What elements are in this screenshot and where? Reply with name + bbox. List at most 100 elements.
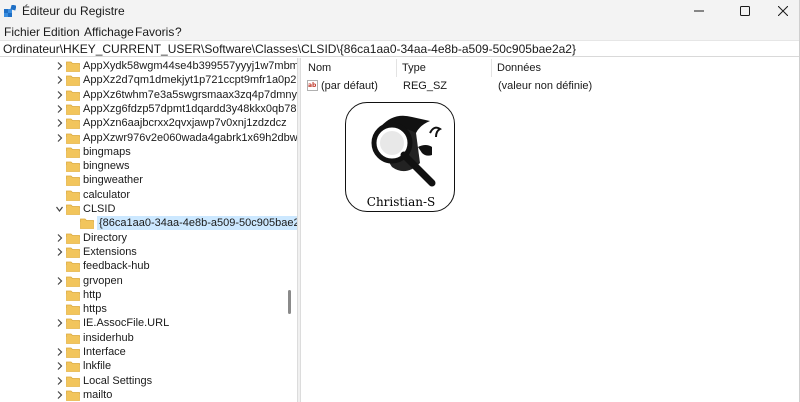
tree-node[interactable]: bingweather: [0, 173, 285, 187]
tree-node[interactable]: bingnews: [0, 159, 285, 173]
tree-node[interactable]: http: [0, 288, 285, 302]
chevron-right-icon[interactable]: [54, 317, 64, 329]
key-tree[interactable]: AppXydk58wgm44se4b399557yyyj1w7mbmvd AppX…: [0, 58, 297, 402]
tree-node[interactable]: Interface: [0, 345, 285, 359]
menu-help[interactable]: ?: [175, 25, 182, 39]
tree-node[interactable]: CLSID: [0, 202, 285, 216]
tree-node[interactable]: feedback-hub: [0, 259, 285, 273]
tree-node-label: CLSID: [83, 203, 116, 215]
chevron-right-icon[interactable]: [54, 375, 64, 387]
chevron-right-icon[interactable]: [54, 360, 64, 372]
tree-node[interactable]: Extensions: [0, 245, 285, 259]
svg-text:ab: ab: [308, 82, 317, 89]
tree-node[interactable]: IE.AssocFile.URL: [0, 316, 285, 330]
registry-editor-icon: [4, 5, 16, 17]
folder-icon: [66, 290, 80, 301]
folder-icon: [66, 361, 80, 373]
folder-icon: [66, 104, 80, 115]
tree-node-label: AppXzwr976v2e060wada4gabrk1x69h2dbwy: [83, 131, 297, 144]
value-data: (valeur non définie): [498, 80, 593, 92]
maximize-icon: [740, 6, 750, 16]
tree-node-label: AppXz2d7qm1dmekjyt1p721ccpt9mfr1a0p2: [83, 74, 297, 87]
folder-icon: [66, 61, 80, 72]
watermark-text: Christian-S: [366, 195, 436, 209]
tree-node-label: Local Settings: [83, 374, 153, 387]
value-name: (par défaut): [321, 80, 378, 92]
chevron-right-icon[interactable]: [54, 232, 64, 244]
chevron-right-icon[interactable]: [54, 103, 64, 115]
menu-favoris[interactable]: Favoris: [135, 25, 174, 39]
folder-icon: [66, 161, 80, 172]
tree-node[interactable]: AppXz2d7qm1dmekjyt1p721ccpt9mfr1a0p2: [0, 73, 296, 87]
tree-node-label: lnkfile: [83, 360, 112, 373]
tree-node-label: insiderhub: [83, 331, 134, 344]
folder-icon: [66, 261, 80, 273]
address-path[interactable]: Ordinateur\HKEY_CURRENT_USER\Software\Cl…: [3, 42, 576, 56]
column-divider[interactable]: [491, 59, 492, 77]
menu-edition[interactable]: Edition: [43, 25, 80, 39]
tree-node[interactable]: AppXydk58wgm44se4b399557yyyj1w7mbmvd: [0, 59, 297, 73]
tree-node[interactable]: AppXzwr976v2e060wada4gabrk1x69h2dbwy: [0, 131, 297, 145]
minimize-icon: [694, 10, 704, 12]
tree-node[interactable]: grvopen: [0, 274, 285, 288]
menu-fichier[interactable]: Fichier: [4, 25, 40, 39]
folder-icon: [66, 147, 80, 158]
tree-node[interactable]: {86ca1aa0-34aa-4e8b-a509-50c905bae2a2}: [0, 216, 297, 231]
tree-node-label: AppXydk58wgm44se4b399557yyyj1w7mbmvd: [83, 60, 297, 72]
tree-node[interactable]: lnkfile: [0, 359, 285, 373]
column-header-type[interactable]: Type: [402, 62, 426, 74]
chevron-right-icon[interactable]: [54, 275, 64, 287]
tree-node[interactable]: https: [0, 302, 285, 316]
address-bar[interactable]: Ordinateur\HKEY_CURRENT_USER\Software\Cl…: [0, 40, 800, 57]
tree-node-label: AppXz6twhm7e3a5swgrsmaax3zq4p7dmnynb: [83, 88, 297, 101]
tree-node-label: Directory: [83, 231, 128, 244]
tree-scrollbar[interactable]: [288, 290, 291, 314]
column-header-name[interactable]: Nom: [308, 62, 331, 74]
tree-node-label: IE.AssocFile.URL: [83, 317, 170, 330]
close-icon: [778, 6, 788, 16]
tree-node-label: AppXzn6aajbcrxx2qvxjawp7v0xnj1zdzdcz: [83, 117, 287, 130]
chevron-right-icon[interactable]: [54, 132, 64, 144]
chevron-down-icon[interactable]: [54, 203, 64, 215]
tree-node[interactable]: mailto: [0, 388, 285, 402]
tree-node-label: bingweather: [83, 174, 143, 187]
tree-node[interactable]: bingmaps: [0, 145, 285, 159]
tree-node[interactable]: Local Settings: [0, 374, 285, 388]
close-button[interactable]: [760, 0, 800, 22]
tree-node[interactable]: AppXzn6aajbcrxx2qvxjawp7v0xnj1zdzdcz: [0, 116, 287, 130]
minimize-button[interactable]: [676, 0, 722, 22]
window-title: Éditeur du Registre: [22, 4, 125, 18]
menu-bar: Fichier Edition Affichage Favoris ?: [0, 22, 800, 40]
chevron-right-icon[interactable]: [54, 246, 64, 258]
tree-node[interactable]: insiderhub: [0, 331, 285, 345]
column-header-data[interactable]: Données: [497, 62, 541, 74]
tree-node-label: calculator: [83, 188, 131, 201]
folder-icon: [66, 233, 80, 244]
chevron-right-icon[interactable]: [54, 89, 64, 101]
tree-node-label: bingnews: [83, 160, 130, 173]
folder-icon: [80, 218, 94, 230]
tree-node[interactable]: AppXz6twhm7e3a5swgrsmaax3zq4p7dmnynb: [0, 88, 297, 102]
folder-icon: [66, 304, 80, 315]
tree-node-label: AppXzg6fdzp57dpmt1dqardd3y48kkx0qb78: [83, 102, 297, 115]
tree-node[interactable]: AppXzg6fdzp57dpmt1dqardd3y48kkx0qb78: [0, 102, 296, 116]
tree-node-label: bingmaps: [83, 145, 131, 158]
folder-icon: [66, 118, 80, 130]
chevron-right-icon[interactable]: [54, 346, 64, 358]
tree-node-label: Interface: [83, 346, 126, 358]
chevron-right-icon[interactable]: [54, 60, 64, 72]
tree-node-label: mailto: [83, 388, 113, 401]
folder-icon: [66, 376, 80, 387]
chevron-right-icon[interactable]: [54, 74, 64, 86]
chevron-right-icon[interactable]: [54, 117, 64, 129]
chevron-right-icon[interactable]: [54, 389, 64, 401]
tree-node[interactable]: Directory: [0, 231, 285, 245]
value-type: REG_SZ: [403, 80, 448, 92]
tree-node[interactable]: calculator: [0, 188, 285, 202]
folder-icon: [66, 390, 80, 401]
menu-affichage[interactable]: Affichage: [84, 25, 134, 39]
folder-icon: [66, 318, 80, 330]
title-bar: Éditeur du Registre: [0, 0, 800, 22]
tree-node-label: https: [83, 303, 107, 316]
column-divider[interactable]: [396, 59, 397, 77]
